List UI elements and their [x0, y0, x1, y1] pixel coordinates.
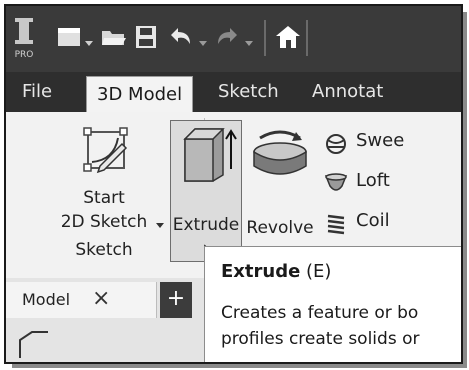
sweep-icon: [324, 132, 348, 161]
add-tab-button[interactable]: +: [160, 282, 192, 318]
start-2d-sketch-label-line2: 2D Sketch: [60, 212, 148, 232]
start-2d-sketch-label-line1: Start: [83, 188, 125, 208]
redo-icon[interactable]: [214, 26, 240, 52]
tab-annotate[interactable]: Annotat: [302, 72, 393, 112]
extrude-label: Extrude: [172, 215, 240, 235]
tab-file[interactable]: File: [12, 72, 62, 112]
tooltip-title: Extrude (E): [221, 261, 331, 282]
coil-label: Coil: [356, 210, 390, 231]
dropdown-arrow-icon[interactable]: [156, 214, 164, 234]
save-icon[interactable]: [134, 24, 158, 54]
revolve-icon: [250, 128, 310, 189]
sweep-label: Swee: [356, 130, 405, 151]
inventor-logo-icon: PRO: [10, 14, 38, 60]
model-browser-tab[interactable]: Model ×: [6, 282, 157, 318]
extrude-button[interactable]: Extrude: [170, 120, 242, 262]
ribbon-tab-strip: File 3D Model Sketch Annotat: [6, 72, 461, 113]
tooltip-description-line2: profiles create solids or: [221, 329, 420, 349]
close-icon[interactable]: ×: [92, 286, 110, 311]
extrude-tooltip: Extrude (E) Creates a feature or bo prof…: [204, 246, 461, 362]
new-file-icon[interactable]: [56, 26, 82, 52]
tooltip-title-shortcut: (E): [300, 261, 332, 282]
start-2d-sketch-icon: [82, 126, 130, 181]
open-folder-icon[interactable]: [100, 26, 128, 52]
tab-3d-model[interactable]: 3D Model: [86, 76, 194, 113]
tooltip-description-line1: Creates a feature or bo: [221, 303, 419, 323]
start-2d-sketch-button[interactable]: Start 2D Sketch: [14, 124, 194, 244]
loft-label: Loft: [356, 170, 390, 191]
tab-sketch[interactable]: Sketch: [208, 72, 289, 112]
coil-icon: [324, 212, 348, 241]
model-tab-label: Model: [22, 290, 71, 309]
revolve-button[interactable]: Revolve: [244, 124, 316, 254]
toolbar-separator: [264, 20, 266, 56]
quick-access-toolbar: PRO: [6, 6, 461, 72]
dropdown-arrow-icon[interactable]: [198, 33, 208, 52]
toolbar-separator: [306, 20, 308, 56]
part-node-icon: [16, 328, 52, 362]
home-icon[interactable]: [274, 24, 302, 54]
extrude-icon: [181, 125, 237, 187]
dropdown-arrow-icon[interactable]: [244, 33, 254, 52]
application-window: PRO File 3D Model Sketch Annotat Start 2…: [4, 4, 463, 364]
pro-label: PRO: [14, 50, 34, 60]
undo-icon[interactable]: [168, 26, 194, 52]
dropdown-arrow-icon[interactable]: [84, 33, 94, 52]
tooltip-title-command: Extrude: [221, 261, 301, 282]
revolve-label: Revolve: [246, 218, 314, 238]
loft-icon: [324, 172, 348, 201]
